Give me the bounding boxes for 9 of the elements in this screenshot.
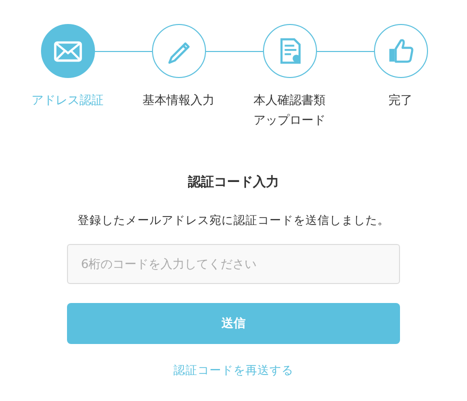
message-text: 登録したメールアドレス宛に認証コードを送信しました。 — [78, 212, 390, 229]
code-input-field[interactable]: 6桁のコードを入力してください — [67, 244, 400, 284]
step-label: アドレス認証 — [30, 92, 104, 109]
step-label: 完了 — [388, 92, 414, 109]
step-label: 基本情報入力 — [142, 92, 216, 109]
resend-link[interactable]: 認証コードを再送する — [174, 363, 294, 378]
step-label: 本人確認書類アップロード — [252, 92, 326, 129]
form-title: 認証コード入力 — [188, 174, 279, 192]
submit-button[interactable]: 送信 — [67, 303, 400, 344]
